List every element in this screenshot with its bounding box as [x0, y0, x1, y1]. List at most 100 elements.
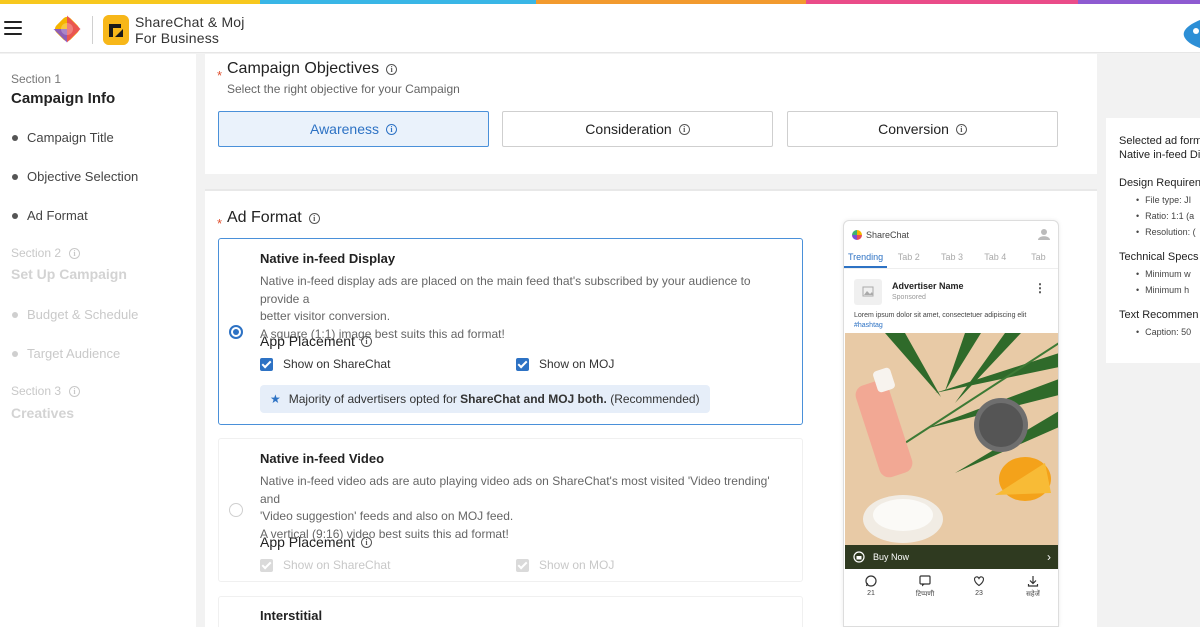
ad-format-card-interstitial[interactable]: Interstitial [218, 596, 803, 627]
note-bold: ShareChat and MOJ both. [460, 392, 607, 406]
user-icon [1038, 229, 1050, 240]
spec-item: Caption: 50 [1136, 327, 1191, 337]
campaign-objectives-subtitle: Select the right objective for your Camp… [227, 82, 460, 96]
app-placement-title: App Placement [260, 534, 355, 550]
sidebar-item-label: Objective Selection [27, 169, 139, 184]
checkbox-checked-icon [260, 357, 273, 371]
info-icon[interactable]: i [69, 385, 81, 397]
like-action: 23 [952, 571, 1006, 607]
preview-brand-name: ShareChat [866, 230, 910, 240]
sponsored-label: Sponsored [892, 294, 926, 301]
show-on-sharechat-checkbox[interactable]: Show on ShareChat [260, 357, 390, 371]
card-desc-line: Native in-feed video ads are auto playin… [260, 474, 770, 506]
sidebar-item-label: Target Audience [27, 346, 121, 361]
card-desc-line: 'Video suggestion' feeds and also on MOJ… [260, 509, 514, 523]
objective-consideration-button[interactable]: Consideration i [502, 111, 773, 147]
ad-format-radio[interactable] [229, 325, 243, 339]
section-1-label: Section 1 [11, 72, 62, 86]
card-desc-line: Native in-feed display ads are placed on… [260, 274, 751, 306]
action-label: टिप्पणी [915, 591, 935, 598]
sidebar-item-budget-schedule[interactable]: Budget & Schedule [12, 307, 138, 322]
preview-action-bar: 21 टिप्पणी 23 सहेजें [844, 571, 1058, 607]
app-header: ShareChat & Moj For Business [0, 4, 1200, 53]
sidebar-item-label: Budget & Schedule [27, 307, 139, 322]
card-title: Native in-feed Video [260, 451, 385, 466]
ad-preview-phone: ShareChat Trending Tab 2 Tab 3 Tab 4 Tab… [843, 220, 1059, 627]
sharechat-mini-logo [852, 230, 862, 240]
card-title: Native in-feed Display [260, 251, 396, 266]
show-on-moj-checkbox[interactable]: Show on MOJ [516, 357, 614, 371]
spec-item: Ratio: 1:1 (a [1136, 211, 1194, 221]
section-2-label: Section 2 i [11, 246, 81, 260]
section-3-label-text: Section 3 [11, 384, 62, 398]
campaign-objectives-title: Campaign Objectives [227, 60, 380, 77]
selected-format-label: Selected ad form [1119, 135, 1200, 147]
info-icon[interactable]: i [386, 63, 398, 75]
star-icon: ★ [270, 392, 281, 406]
menu-icon[interactable] [4, 21, 22, 35]
info-icon[interactable]: i [308, 212, 320, 224]
brand-line-1: ShareChat & Moj [135, 14, 245, 30]
info-icon[interactable]: i [678, 123, 690, 135]
design-requirements-title: Design Requiren [1119, 177, 1200, 189]
heart-icon [973, 576, 985, 587]
section-3-label: Section 3 i [11, 384, 81, 398]
checkbox-label: Show on ShareChat [283, 558, 391, 572]
section-3-title[interactable]: Creatives [11, 405, 74, 421]
ad-format-card-native-display[interactable]: Native in-feed Display Native in-feed di… [218, 238, 803, 425]
required-asterisk: * [217, 216, 223, 231]
bullet-icon [12, 311, 18, 318]
download-icon [1027, 576, 1039, 587]
sidebar-item-label: Ad Format [27, 208, 88, 223]
info-icon[interactable]: i [360, 536, 372, 548]
chevron-right-icon: › [1047, 550, 1051, 564]
buy-now-cta: Buy Now › [845, 545, 1058, 569]
section-2-title[interactable]: Set Up Campaign [11, 266, 127, 282]
info-icon[interactable]: i [955, 123, 967, 135]
whatsapp-icon [865, 575, 877, 587]
preview-tabs: Trending Tab 2 Tab 3 Tab 4 Tab [844, 249, 1058, 269]
save-action: सहेजें [1006, 571, 1058, 607]
whatsapp-share: 21 [844, 571, 898, 607]
bullet-icon [12, 173, 18, 180]
info-icon[interactable]: i [386, 123, 397, 135]
checkbox-label: Show on ShareChat [283, 357, 391, 371]
card-title: Interstitial [260, 608, 323, 623]
info-icon[interactable]: i [69, 247, 81, 259]
spec-item: Minimum w [1136, 269, 1191, 279]
ad-format-heading: Ad Format i [227, 209, 320, 227]
show-on-sharechat-checkbox[interactable]: Show on ShareChat [260, 558, 390, 572]
ad-format-card-native-video[interactable]: Native in-feed Video Native in-feed vide… [218, 438, 803, 582]
sidebar-item-objective-selection[interactable]: Objective Selection [12, 169, 138, 184]
sidebar: Section 1 Campaign Info Campaign Title O… [0, 54, 196, 627]
checkbox-label: Show on MOJ [539, 558, 615, 572]
help-bot-icon[interactable] [1178, 16, 1200, 50]
preview-caption: Lorem ipsum dolor sit amet, consectetuer… [854, 311, 1026, 331]
sidebar-item-label: Campaign Title [27, 130, 114, 145]
preview-tab: Tab 2 [897, 252, 920, 262]
caption-text: Lorem ipsum dolor sit amet, consectetuer… [854, 312, 1027, 319]
preview-tab: Tab 3 [940, 252, 964, 262]
ad-format-radio[interactable] [229, 503, 243, 517]
spec-item: Minimum h [1136, 285, 1189, 295]
sidebar-item-target-audience[interactable]: Target Audience [12, 346, 120, 361]
objective-conversion-button[interactable]: Conversion i [787, 111, 1058, 147]
section-1-title[interactable]: Campaign Info [11, 90, 115, 107]
checkbox-checked-icon [516, 558, 529, 572]
note-post: (Recommended) [606, 392, 700, 406]
action-label: सहेजें [1026, 591, 1040, 598]
objective-label: Consideration [585, 121, 672, 137]
show-on-moj-checkbox[interactable]: Show on MOJ [516, 558, 614, 572]
preview-brand: ShareChat [852, 230, 909, 240]
ad-format-title: Ad Format [227, 209, 302, 226]
cta-label: Buy Now [873, 552, 910, 562]
more-options-icon: ⋮ [1034, 281, 1046, 295]
info-icon[interactable]: i [360, 335, 372, 347]
sidebar-item-ad-format[interactable]: Ad Format [12, 208, 88, 223]
checkbox-checked-icon [260, 558, 273, 572]
objective-awareness-button[interactable]: Awareness i [218, 111, 489, 147]
technical-specs-title: Technical Specs [1119, 251, 1199, 263]
selected-format-value: Native in-feed Di [1119, 149, 1200, 161]
sidebar-item-campaign-title[interactable]: Campaign Title [12, 130, 114, 145]
advertiser-name: Advertiser Name [892, 281, 964, 291]
